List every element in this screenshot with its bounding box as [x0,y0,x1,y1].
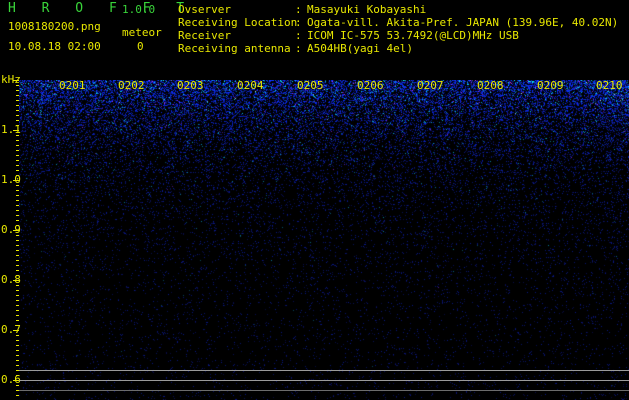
y-minor-tick [16,385,19,386]
y-minor-tick [16,265,19,266]
y-minor-tick [16,215,19,216]
y-minor-tick [16,260,19,261]
y-minor-tick [16,150,19,151]
y-minor-tick [16,310,19,311]
x-tick-label: 0206 [357,79,384,92]
reference-line [19,390,629,391]
file-name: 1008180200.png [8,20,101,33]
y-minor-tick [16,395,19,396]
app-title: H R O F F T [8,1,194,16]
y-minor-tick [16,100,19,101]
y-minor-tick [16,285,19,286]
y-minor-tick [16,135,19,136]
y-minor-tick [13,330,19,331]
y-minor-tick [16,365,19,366]
info-value: ICOM IC-575 53.7492(@LCD)MHz USB [307,29,519,42]
y-minor-tick [13,280,19,281]
y-minor-tick [16,165,19,166]
meteor-count: 0 [137,40,144,53]
x-tick-label: 0210 [596,79,623,92]
y-minor-tick [16,290,19,291]
info-separator: : [295,42,302,55]
info-key: Ovserver [178,3,231,16]
y-minor-tick [16,375,19,376]
y-minor-tick [13,80,19,81]
y-minor-tick [13,130,19,131]
y-minor-tick [16,155,19,156]
info-value: A504HB(yagi 4el) [307,42,413,55]
y-minor-tick [16,300,19,301]
y-minor-tick [16,360,19,361]
info-key: Receiver [178,29,231,42]
x-tick-label: 0202 [118,79,145,92]
info-value: Ogata-vill. Akita-Pref. JAPAN (139.96E, … [307,16,619,29]
info-row-receiver: Receiver: ICOM IC-575 53.7492(@LCD)MHz US… [178,29,618,42]
y-minor-tick [16,250,19,251]
y-minor-tick [16,350,19,351]
reference-line [19,370,629,371]
y-minor-tick [16,210,19,211]
y-minor-tick [16,85,19,86]
y-minor-tick [16,235,19,236]
x-tick-label: 0209 [537,79,564,92]
y-minor-tick [16,145,19,146]
info-row-antenna: Receiving antenna: A504HB(yagi 4el) [178,42,618,55]
y-minor-tick [16,320,19,321]
info-value: Masayuki Kobayashi [307,3,427,16]
x-tick-label: 0201 [59,79,86,92]
x-tick-label: 0205 [297,79,324,92]
spectrogram [19,80,629,400]
info-separator: : [295,29,302,42]
info-key: Receiving antenna [178,42,291,55]
y-minor-tick [16,340,19,341]
x-tick-label: 0208 [477,79,504,92]
y-minor-tick [16,120,19,121]
y-minor-tick [16,90,19,91]
y-minor-tick [16,255,19,256]
info-separator: : [295,16,302,29]
y-minor-tick [16,200,19,201]
y-minor-tick [16,160,19,161]
y-minor-tick [16,245,19,246]
y-minor-tick [16,140,19,141]
y-minor-tick [16,170,19,171]
y-minor-tick [16,185,19,186]
y-minor-tick [16,275,19,276]
y-minor-tick [16,305,19,306]
x-tick-label: 0207 [417,79,444,92]
y-minor-tick [16,355,19,356]
y-minor-tick [16,315,19,316]
y-minor-tick [16,325,19,326]
y-minor-tick [16,345,19,346]
y-minor-tick [16,335,19,336]
y-minor-tick [16,190,19,191]
y-minor-tick [16,115,19,116]
x-tick-label: 0204 [237,79,264,92]
info-row-observer: Ovserver: Masayuki Kobayashi [178,3,618,16]
y-minor-tick [16,195,19,196]
info-row-location: Receiving Location: Ogata-vill. Akita-Pre… [178,16,618,29]
y-minor-tick [16,220,19,221]
y-minor-tick [16,95,19,96]
meteor-label: meteor [122,26,162,39]
y-minor-tick [13,230,19,231]
y-minor-tick [16,270,19,271]
x-tick-label: 0203 [177,79,204,92]
y-minor-tick [16,175,19,176]
info-separator: : [295,3,302,16]
y-minor-tick [16,205,19,206]
y-minor-tick [16,110,19,111]
y-minor-tick [16,295,19,296]
info-key: Receiving Location [178,16,298,29]
y-minor-tick [13,180,19,181]
timestamp: 10.08.18 02:00 [8,40,101,53]
station-info: Ovserver: Masayuki Kobayashi Receiving Lo… [178,3,618,55]
reference-line [19,380,629,381]
y-minor-tick [16,240,19,241]
y-minor-tick [16,225,19,226]
app-version: 1.0.0 [122,3,156,16]
y-minor-tick [16,125,19,126]
y-minor-tick [16,105,19,106]
